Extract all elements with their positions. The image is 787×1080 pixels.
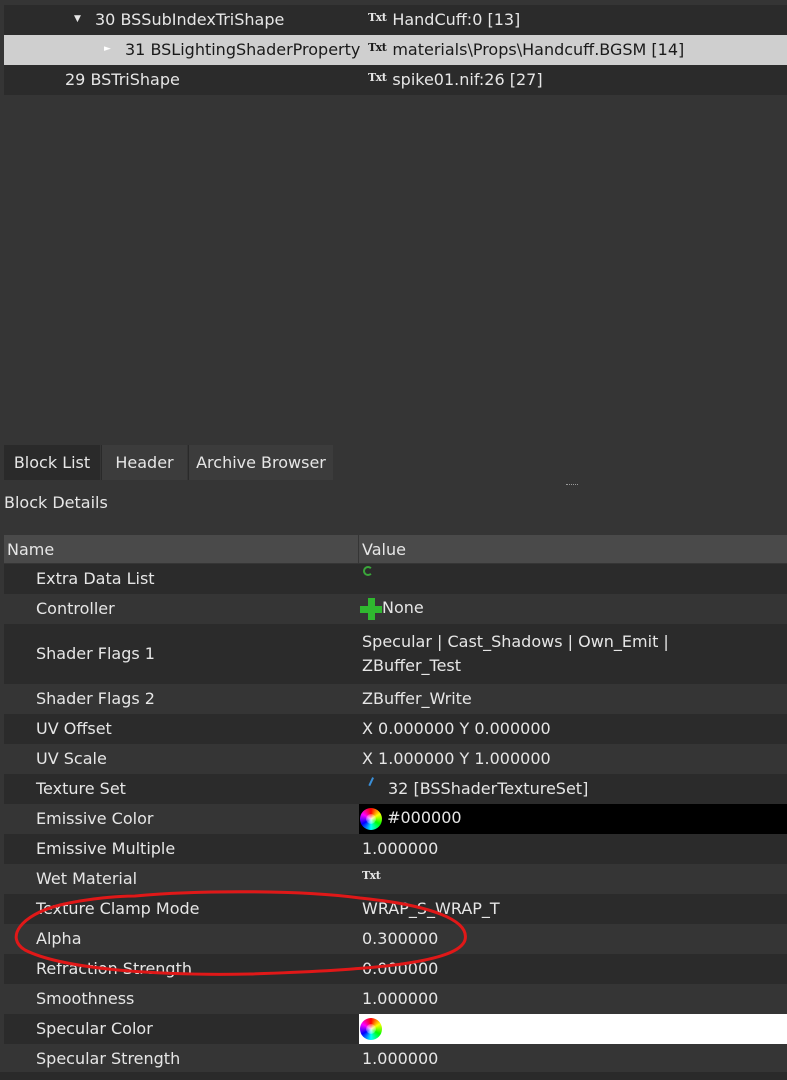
add-controller-icon[interactable] bbox=[360, 597, 382, 620]
row-value[interactable]: 0.000000 bbox=[362, 957, 438, 981]
tree-row-value: Txt HandCuff:0 [13] bbox=[368, 10, 520, 29]
row-value[interactable]: None bbox=[360, 596, 424, 620]
specular-color-swatch[interactable] bbox=[359, 1014, 787, 1044]
block-details-grid: Name Value Extra Data List Controller No… bbox=[4, 535, 787, 1080]
tree-row-value-text: spike01.nif:26 [27] bbox=[392, 70, 543, 89]
row-value-line2: ZBuffer_Test bbox=[362, 656, 462, 675]
txt-icon: Txt bbox=[368, 41, 387, 54]
row-value[interactable]: #000000 bbox=[360, 806, 462, 830]
row-value-line1: Specular | Cast_Shadows | Own_Emit | bbox=[362, 632, 669, 651]
tree-row-name: 30 BSSubIndexTriShape bbox=[95, 10, 285, 29]
row-name: Specular Strength bbox=[36, 1049, 181, 1068]
grid-header: Name Value bbox=[4, 535, 787, 563]
txt-icon: Txt bbox=[368, 11, 387, 24]
txt-icon: Txt bbox=[362, 869, 381, 882]
row-value[interactable]: 1.000000 bbox=[362, 987, 438, 1011]
row-name: Smoothness bbox=[36, 989, 135, 1008]
txt-icon: Txt bbox=[368, 71, 387, 84]
row-value[interactable]: ZBuffer_Write bbox=[362, 687, 472, 711]
row-shader-flags-1[interactable]: Shader Flags 1 Specular | Cast_Shadows |… bbox=[4, 624, 787, 684]
tree-row-name: 31 BSLightingShaderProperty bbox=[125, 40, 361, 59]
row-name: Emissive Multiple bbox=[36, 839, 176, 858]
tab-block-list[interactable]: Block List bbox=[4, 445, 100, 480]
column-header-name[interactable]: Name bbox=[7, 540, 54, 559]
row-uv-offset[interactable]: UV Offset X 0.000000 Y 0.000000 bbox=[4, 714, 787, 744]
tree-row-29[interactable]: 29 BSTriShape Txt spike01.nif:26 [27] bbox=[4, 65, 787, 95]
row-uv-scale[interactable]: UV Scale X 1.000000 Y 1.000000 bbox=[4, 744, 787, 774]
tree-row-value: Txt spike01.nif:26 [27] bbox=[368, 70, 543, 89]
row-value[interactable]: 1.000000 bbox=[362, 1047, 438, 1071]
row-name: Shader Flags 1 bbox=[36, 644, 155, 663]
row-value[interactable]: WRAP_S_WRAP_T bbox=[362, 897, 500, 921]
row-name: UV Scale bbox=[36, 749, 107, 768]
block-tree[interactable]: ▼ 30 BSSubIndexTriShape Txt HandCuff:0 [1… bbox=[0, 0, 787, 445]
row-name: Shader Flags 2 bbox=[36, 689, 155, 708]
row-value-text: 32 [BSShaderTextureSet] bbox=[388, 779, 589, 798]
row-smoothness[interactable]: Smoothness 1.000000 bbox=[4, 984, 787, 1014]
row-value[interactable]: 0.300000 bbox=[362, 927, 438, 951]
row-texture-clamp-mode[interactable]: Texture Clamp Mode WRAP_S_WRAP_T bbox=[4, 894, 787, 924]
row-value[interactable]: Specular | Cast_Shadows | Own_Emit | ZBuf… bbox=[362, 630, 669, 678]
column-divider[interactable] bbox=[358, 535, 359, 563]
row-value[interactable]: 1.000000 bbox=[362, 837, 438, 861]
row-name: Texture Clamp Mode bbox=[36, 899, 200, 918]
tree-row-value-text: materials\Props\Handcuff.BGSM [14] bbox=[392, 40, 685, 59]
tab-header[interactable]: Header bbox=[101, 445, 187, 480]
tab-archive-browser[interactable]: Archive Browser bbox=[188, 445, 333, 480]
row-value[interactable]: X 1.000000 Y 1.000000 bbox=[362, 747, 551, 771]
row-specular-strength[interactable]: Specular Strength 1.000000 bbox=[4, 1044, 787, 1074]
row-value-text: None bbox=[382, 598, 424, 617]
tree-row-value: Txt materials\Props\Handcuff.BGSM [14] bbox=[368, 40, 684, 59]
tree-row-value-text: HandCuff:0 [13] bbox=[392, 10, 521, 29]
splitter-grip[interactable] bbox=[566, 484, 578, 487]
row-name: Texture Set bbox=[36, 779, 126, 798]
collapse-arrow-icon[interactable]: ▼ bbox=[74, 14, 81, 24]
row-value[interactable] bbox=[360, 1016, 382, 1040]
row-specular-color[interactable]: Specular Color bbox=[4, 1014, 787, 1044]
horizontal-scrollbar[interactable] bbox=[0, 1072, 787, 1080]
row-texture-set[interactable]: Texture Set 32 [BSShaderTextureSet] bbox=[4, 774, 787, 804]
color-wheel-icon[interactable] bbox=[360, 1017, 382, 1040]
row-value[interactable]: Txt bbox=[362, 864, 386, 890]
link-icon bbox=[362, 565, 373, 576]
color-wheel-icon[interactable] bbox=[360, 807, 382, 830]
row-emissive-color[interactable]: Emissive Color #000000 bbox=[4, 804, 787, 834]
row-name: Wet Material bbox=[36, 869, 138, 888]
row-shader-flags-2[interactable]: Shader Flags 2 ZBuffer_Write bbox=[4, 684, 787, 714]
row-value-text: #000000 bbox=[387, 808, 462, 827]
row-emissive-multiple[interactable]: Emissive Multiple 1.000000 bbox=[4, 834, 787, 864]
row-wet-material[interactable]: Wet Material Txt bbox=[4, 864, 787, 894]
tree-row-name: 29 BSTriShape bbox=[65, 70, 180, 89]
row-value[interactable]: X 0.000000 Y 0.000000 bbox=[362, 717, 551, 741]
row-name: Refraction Strength bbox=[36, 959, 192, 978]
row-name: Specular Color bbox=[36, 1019, 153, 1038]
tree-row-30[interactable]: ▼ 30 BSSubIndexTriShape Txt HandCuff:0 [1… bbox=[4, 5, 787, 35]
link-icon bbox=[368, 778, 378, 788]
row-value[interactable] bbox=[362, 564, 373, 588]
row-extra-data-list[interactable]: Extra Data List bbox=[4, 564, 787, 594]
row-name: UV Offset bbox=[36, 719, 112, 738]
column-header-value[interactable]: Value bbox=[362, 540, 406, 559]
row-value[interactable]: 32 [BSShaderTextureSet] bbox=[368, 777, 588, 801]
row-name: Alpha bbox=[36, 929, 82, 948]
tab-bar: Block List Header Archive Browser bbox=[0, 445, 787, 480]
row-name: Emissive Color bbox=[36, 809, 154, 828]
row-controller[interactable]: Controller None bbox=[4, 594, 787, 624]
leaf-bullet-icon: ► bbox=[104, 44, 111, 54]
block-details-title: Block Details bbox=[4, 493, 108, 512]
row-name: Extra Data List bbox=[36, 569, 155, 588]
row-name: Controller bbox=[36, 599, 115, 618]
row-refraction-strength[interactable]: Refraction Strength 0.000000 bbox=[4, 954, 787, 984]
tree-row-31[interactable]: ► 31 BSLightingShaderProperty Txt materia… bbox=[4, 35, 787, 65]
row-alpha[interactable]: Alpha 0.300000 bbox=[4, 924, 787, 954]
